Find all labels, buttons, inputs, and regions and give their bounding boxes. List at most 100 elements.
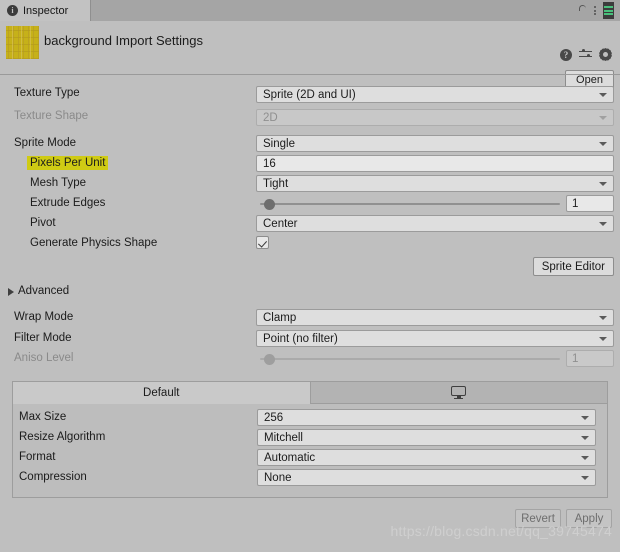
pivot-dropdown[interactable]: Center [256,215,614,232]
row-texture-type: Texture Type Sprite (2D and UI) [0,84,620,107]
texture-shape-dropdown: 2D [256,109,614,126]
inspector-window: i Inspector background Import Settings ?… [0,0,620,552]
advanced-foldout[interactable]: Advanced [0,282,620,304]
chevron-down-icon [581,435,589,440]
compression-value: None [264,471,292,484]
sprite-mode-value: Single [263,137,295,150]
aniso-level-label: Aniso Level [14,352,74,364]
aniso-level-control: 1 [256,350,614,367]
tab-strip-controls [577,0,620,96]
extrude-edges-label: Extrude Edges [30,197,106,209]
filter-mode-label: Filter Mode [14,332,72,344]
texture-shape-value: 2D [263,111,278,124]
extrude-edges-slider-handle[interactable] [264,199,275,210]
extrude-edges-slider-track[interactable] [260,203,560,205]
row-format: Format Automatic [13,448,607,468]
wrap-mode-dropdown[interactable]: Clamp [256,309,614,326]
wrap-mode-value: Clamp [263,311,297,324]
header-icon-row: ? [560,48,612,61]
texture-type-label: Texture Type [14,87,80,99]
chevron-right-icon[interactable] [8,288,14,296]
row-pixels-per-unit: Pixels Per Unit 16 [0,154,620,174]
format-dropdown[interactable]: Automatic [257,449,596,466]
pivot-value: Center [263,217,298,230]
object-header: background Import Settings ? Open [0,21,620,89]
tab-inspector-label: Inspector [23,4,69,17]
generate-physics-shape-checkbox[interactable] [256,235,614,252]
pixels-per-unit-value: 16 [263,157,276,170]
chevron-down-icon [599,92,607,97]
tab-inspector[interactable]: i Inspector [0,0,91,21]
platform-settings-box: Default Max Size 256 Resize Algorithm Mi… [12,381,608,498]
tab-default[interactable]: Default [13,382,310,404]
aniso-level-slider-track [260,358,560,360]
row-aniso-level: Aniso Level 1 [0,349,620,369]
max-size-label: Max Size [19,411,67,423]
tab-strip-empty-area [91,0,577,21]
texture-shape-label: Texture Shape [14,110,89,122]
pivot-label: Pivot [30,217,56,229]
row-filter-mode: Filter Mode Point (no filter) [0,329,620,349]
sprite-mode-dropdown[interactable]: Single [256,135,614,152]
preset-icon[interactable] [579,48,592,61]
sprite-editor-button[interactable]: Sprite Editor [532,257,614,276]
pixels-per-unit-label: Pixels Per Unit [27,156,109,170]
import-settings-body: Texture Type Sprite (2D and UI) Texture … [0,84,620,369]
chevron-down-icon [599,141,607,146]
chevron-down-icon [581,455,589,460]
lock-open-icon[interactable] [577,4,587,96]
aniso-level-slider-handle [264,354,275,365]
resize-algorithm-label: Resize Algorithm [19,431,106,443]
row-sprite-editor: Sprite Editor [0,256,620,282]
mesh-type-dropdown[interactable]: Tight [256,175,614,192]
format-value: Automatic [264,451,316,464]
aniso-level-value: 1 [572,352,579,365]
format-label: Format [19,451,56,463]
chevron-down-icon [599,115,607,120]
monitor-icon [451,386,467,400]
max-size-dropdown[interactable]: 256 [257,409,596,426]
row-wrap-mode: Wrap Mode Clamp [0,308,620,329]
platform-rows: Max Size 256 Resize Algorithm Mitchell F… [13,404,607,488]
sprite-mode-label: Sprite Mode [14,137,77,149]
resize-algorithm-value: Mitchell [264,431,303,444]
kebab-menu-icon[interactable] [594,6,596,15]
tab-overflow-icon[interactable] [603,2,614,19]
footer-bar: Revert Apply https://blog.csdn.net/qq_39… [0,500,620,552]
window-tab-strip: i Inspector [0,0,620,96]
row-generate-physics-shape: Generate Physics Shape [0,234,620,256]
wrap-mode-label: Wrap Mode [14,311,74,323]
tab-standalone[interactable] [309,382,607,404]
chevron-down-icon [581,475,589,480]
chevron-down-icon [599,336,607,341]
info-icon: i [7,5,18,16]
page-title: background Import Settings [44,33,203,48]
header-divider [0,74,620,75]
mesh-type-value: Tight [263,177,289,190]
generate-physics-shape-label: Generate Physics Shape [30,237,158,249]
extrude-edges-control: 1 [256,195,614,212]
row-mesh-type: Mesh Type Tight [0,174,620,194]
platform-tab-bar: Default [13,382,607,404]
chevron-down-icon [599,315,607,320]
compression-dropdown[interactable]: None [257,469,596,486]
extrude-edges-input[interactable]: 1 [566,195,614,212]
chevron-down-icon [599,181,607,186]
help-icon[interactable]: ? [560,48,572,61]
max-size-value: 256 [264,411,284,424]
gear-icon[interactable] [599,48,612,61]
advanced-label: Advanced [18,285,70,297]
row-resize-algorithm: Resize Algorithm Mitchell [13,428,607,448]
tab-default-label: Default [143,386,180,399]
texture-thumbnail[interactable] [6,26,39,59]
texture-type-dropdown[interactable]: Sprite (2D and UI) [256,86,614,103]
row-sprite-mode: Sprite Mode Single [0,134,620,154]
filter-mode-value: Point (no filter) [263,332,338,345]
texture-type-value: Sprite (2D and UI) [263,88,356,101]
mesh-type-label: Mesh Type [30,177,87,189]
filter-mode-dropdown[interactable]: Point (no filter) [256,330,614,347]
chevron-down-icon [581,415,589,420]
pixels-per-unit-input[interactable]: 16 [256,155,614,172]
row-pivot: Pivot Center [0,214,620,234]
resize-algorithm-dropdown[interactable]: Mitchell [257,429,596,446]
